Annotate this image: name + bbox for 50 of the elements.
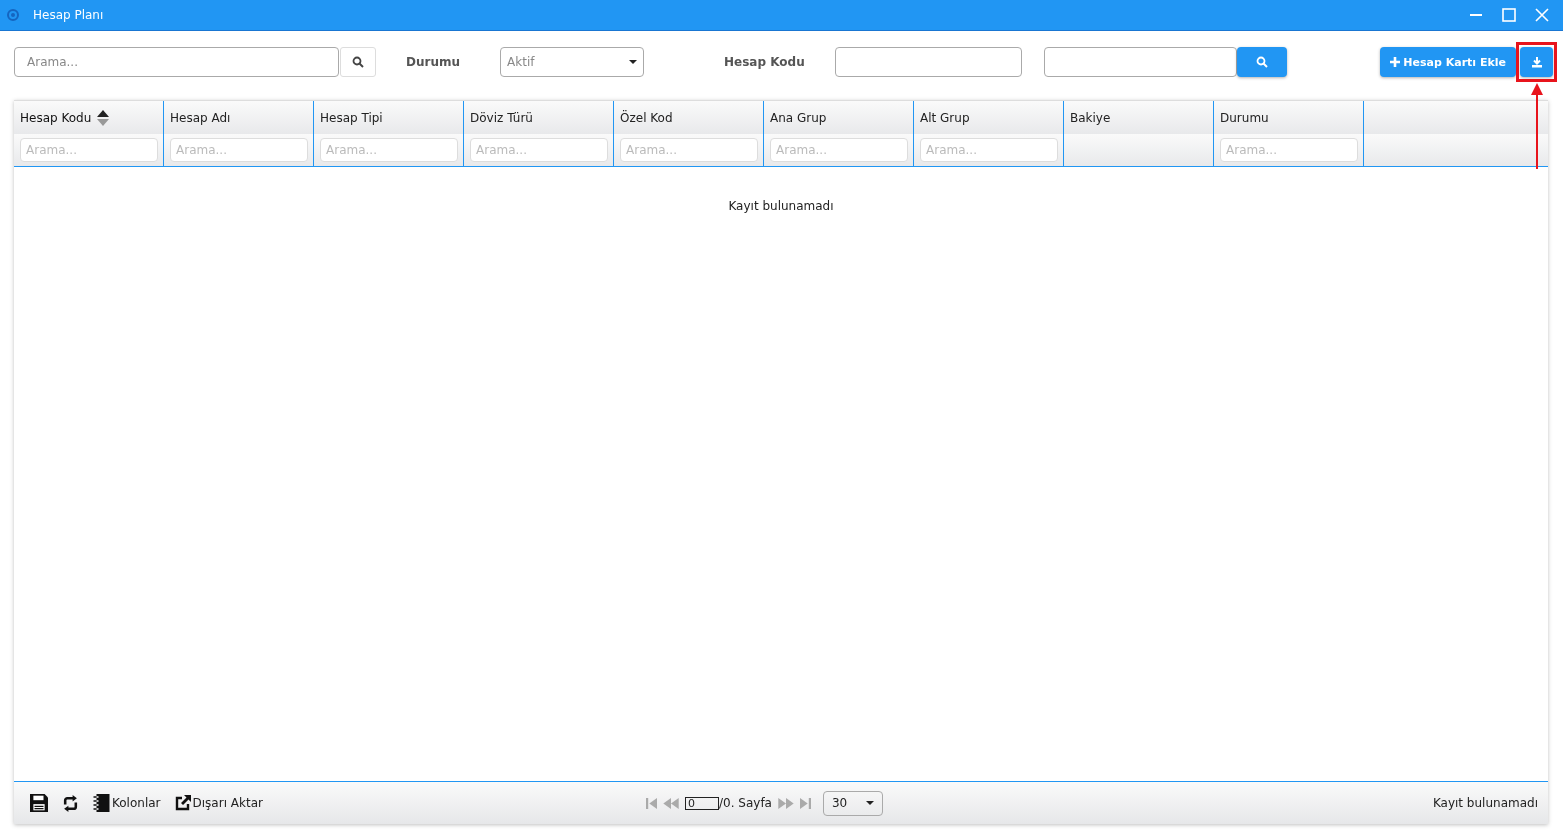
columns-button[interactable]: Kolonlar <box>89 794 165 812</box>
window-title: Hesap Planı <box>33 8 104 22</box>
export-button[interactable]: Dışarı Aktar <box>170 795 267 811</box>
empty-message: Kayıt bulunamadı <box>728 199 834 213</box>
column-header[interactable]: Hesap Tipi <box>320 110 383 125</box>
filter-field[interactable]: Arama... <box>470 138 608 162</box>
download-icon <box>1530 56 1543 68</box>
account-code-label: Hesap Kodu <box>724 55 805 69</box>
column-header[interactable]: Bakiye <box>1070 110 1111 125</box>
filter-field[interactable]: Arama... <box>620 138 758 162</box>
filter-field[interactable]: Arama... <box>770 138 908 162</box>
download-button[interactable] <box>1520 47 1553 77</box>
plus-icon <box>1390 57 1401 67</box>
column-header[interactable]: Ana Grup <box>770 110 827 125</box>
search-icon <box>1255 56 1268 68</box>
search-icon <box>352 56 364 68</box>
column-header[interactable]: Hesap Adı <box>170 110 231 125</box>
search-field[interactable]: Arama... <box>14 47 339 77</box>
first-page-icon[interactable] <box>646 797 657 809</box>
maximize-icon[interactable] <box>1502 8 1516 22</box>
filter-field[interactable]: Arama... <box>1220 138 1358 162</box>
column-header[interactable]: Hesap Kodu <box>20 110 92 125</box>
previous-page-icon[interactable] <box>663 797 679 809</box>
account-code-field[interactable] <box>1043 47 1237 77</box>
page-field[interactable]: 0 <box>685 796 719 810</box>
filter-field[interactable]: Arama... <box>20 138 158 162</box>
account-code-field[interactable] <box>834 47 1022 77</box>
column-header[interactable]: Durumu <box>1220 110 1269 125</box>
status-dropdown[interactable]: Aktif <box>500 47 644 77</box>
caret-icon <box>629 60 637 64</box>
column-header[interactable]: Özel Kod <box>620 110 673 125</box>
page-count: /0. Sayfa <box>719 796 772 810</box>
sort-icon[interactable] <box>97 109 110 126</box>
filter-field[interactable]: Arama... <box>920 138 1058 162</box>
caret-icon <box>865 801 874 805</box>
record-status: Kayıt bulunamadı <box>1432 796 1538 810</box>
notebook-icon <box>93 794 110 812</box>
last-page-icon[interactable] <box>799 797 811 809</box>
status-label: Durumu <box>406 55 460 69</box>
highlight-frame <box>1516 42 1557 82</box>
gear-icon <box>6 8 20 22</box>
next-page-icon[interactable] <box>777 797 794 809</box>
external-link-icon <box>174 795 191 811</box>
filter-field[interactable]: Arama... <box>320 138 458 162</box>
close-icon[interactable] <box>1535 8 1549 22</box>
column-header[interactable]: Döviz Türü <box>470 110 533 125</box>
filter-field[interactable]: Arama... <box>170 138 308 162</box>
column-header[interactable]: Alt Grup <box>920 110 970 125</box>
search-button[interactable] <box>340 47 376 77</box>
page-size-dropdown[interactable]: 30 <box>822 790 883 816</box>
